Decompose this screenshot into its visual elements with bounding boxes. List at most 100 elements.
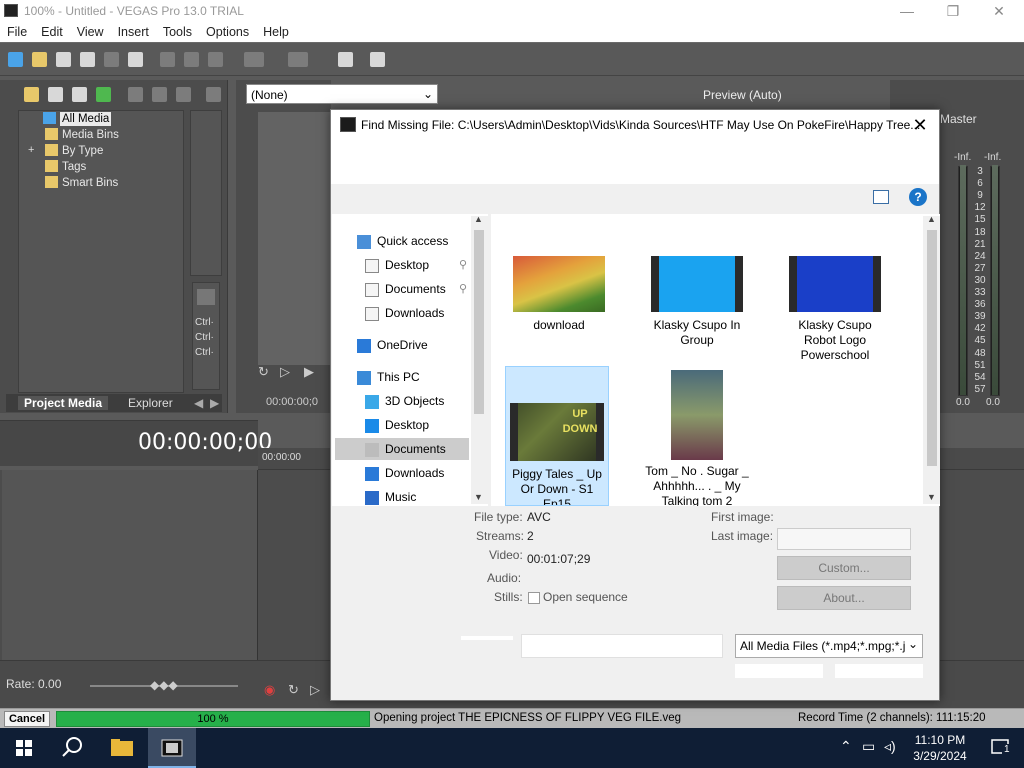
file-item-selected[interactable]: UP DOWN Piggy Tales _ Up Or Down - S1 Ep… [505, 366, 609, 506]
last-image-field[interactable] [777, 528, 911, 550]
scroll-up-icon[interactable]: ▲ [474, 214, 483, 224]
play-icon[interactable]: ▶ [304, 364, 314, 380]
play-from-start-icon[interactable]: ▷ [280, 364, 290, 380]
nav-scrollbar-thumb[interactable] [474, 230, 484, 414]
media-properties-icon[interactable] [152, 87, 167, 102]
file-explorer-taskbar-button[interactable] [98, 728, 146, 768]
nav-item-downloads[interactable]: Downloads [365, 462, 461, 484]
whats-this-icon[interactable] [370, 52, 385, 67]
dialog-close-button[interactable]: ✕ [907, 113, 933, 137]
menu-help[interactable]: Help [256, 22, 296, 39]
help-icon[interactable]: ? [909, 188, 927, 206]
remove-media-icon[interactable] [128, 87, 143, 102]
get-media-icon[interactable] [72, 87, 87, 102]
download-arrow-icon [365, 466, 379, 481]
plugin-icon[interactable] [197, 289, 215, 305]
menu-edit[interactable]: Edit [34, 22, 70, 39]
preview-quality-dropdown[interactable]: Preview (Auto) [703, 88, 782, 102]
rate-slider-thumb-icon[interactable]: ◆◆◆ [150, 678, 178, 692]
open-folder-icon[interactable] [32, 52, 47, 67]
show-hidden-icons-icon[interactable]: ⌃ [840, 738, 852, 755]
nav-item-desktop[interactable]: Desktop [365, 414, 461, 436]
windows-taskbar: ⌃ ▭ ◃) 11:10 PM 3/29/2024 1 [0, 728, 1024, 768]
db-tick-label: 15 [974, 214, 986, 226]
tab-explorer[interactable]: Explorer [128, 396, 173, 410]
custom-button[interactable]: Custom... [777, 556, 911, 580]
render-icon[interactable] [104, 52, 119, 67]
scroll-down-icon[interactable]: ▼ [474, 492, 483, 502]
minimize-button[interactable]: — [884, 0, 930, 22]
loop-playback-icon[interactable]: ↻ [288, 682, 299, 698]
taskbar-clock[interactable]: 11:10 PM 3/29/2024 [904, 732, 976, 764]
properties-icon[interactable] [128, 52, 143, 67]
media-fx-icon[interactable] [176, 87, 191, 102]
menu-options[interactable]: Options [199, 22, 256, 39]
maximize-button[interactable]: ❐ [930, 0, 976, 22]
cut-icon[interactable] [160, 52, 175, 67]
tab-scroll-left-icon[interactable]: ◀ [194, 396, 203, 410]
nav-item-this-pc[interactable]: This PC [357, 366, 461, 388]
save-as-icon[interactable] [80, 52, 95, 67]
redo-icon[interactable] [288, 52, 308, 67]
open-sequence-checkbox[interactable] [528, 592, 540, 604]
copy-icon[interactable] [184, 52, 199, 67]
record-icon[interactable]: ◉ [264, 682, 275, 698]
save-icon[interactable] [56, 52, 71, 67]
file-scrollbar-thumb[interactable] [927, 230, 937, 466]
import-media-icon[interactable] [24, 87, 39, 102]
scroll-down-icon[interactable]: ▼ [927, 492, 936, 502]
tree-item-smart-bins[interactable]: Smart Bins [45, 176, 118, 190]
preview-pane-icon[interactable] [873, 190, 889, 204]
open-button[interactable] [735, 664, 823, 678]
cube-icon [365, 394, 379, 409]
dialog-cancel-button[interactable] [835, 664, 923, 678]
preview-screen [258, 112, 331, 365]
new-project-icon[interactable] [8, 52, 23, 67]
scroll-up-icon[interactable]: ▲ [927, 214, 936, 224]
tab-scroll-right-icon[interactable]: ▶ [210, 396, 219, 410]
preview-fx-dropdown[interactable]: (None) ⌄ [246, 84, 438, 104]
web-media-icon[interactable] [96, 87, 111, 102]
file-name-input[interactable] [521, 634, 723, 658]
tree-item-all-media[interactable]: All Media [43, 112, 112, 126]
network-icon[interactable]: ▭ [862, 738, 875, 755]
file-type-filter-dropdown[interactable]: All Media Files (*.mp4;*.mpg;*.j ⌄ [735, 634, 923, 658]
file-item[interactable]: Tom _ No . Sugar _ Ahhhhh... . _ My Talk… [645, 370, 749, 506]
menu-view[interactable]: View [70, 22, 111, 39]
menu-tools[interactable]: Tools [156, 22, 199, 39]
menu-insert[interactable]: Insert [111, 22, 156, 39]
file-item[interactable]: Klasky Csupo In Group [645, 256, 749, 348]
tab-project-media[interactable]: Project Media [18, 396, 109, 410]
play-from-start-icon[interactable]: ▷ [310, 682, 320, 698]
cancel-button[interactable]: Cancel [4, 711, 50, 727]
nav-item-documents[interactable]: Documents ⚲ [365, 278, 467, 300]
file-item[interactable]: download [507, 256, 611, 333]
volume-icon[interactable]: ◃) [884, 738, 896, 755]
nav-item-downloads[interactable]: Downloads [365, 302, 461, 324]
about-button[interactable]: About... [777, 586, 911, 610]
nav-item-quick-access[interactable]: Quick access [357, 230, 461, 252]
vegas-taskbar-button[interactable] [148, 728, 196, 768]
menu-file[interactable]: File [0, 22, 34, 39]
tree-item-by-type[interactable]: By Type [45, 144, 103, 158]
paste-icon[interactable] [208, 52, 223, 67]
panel-menu-icon[interactable] [206, 87, 221, 102]
file-item[interactable]: Klasky Csupo Robot Logo Powerschool [783, 256, 887, 363]
nav-item-3d-objects[interactable]: 3D Objects [365, 390, 461, 412]
loop-icon[interactable]: ↻ [258, 364, 269, 380]
expand-by-type-icon[interactable]: + [28, 144, 34, 156]
nav-item-music[interactable]: Music [365, 486, 461, 508]
tree-item-media-bins[interactable]: Media Bins [45, 128, 119, 142]
notification-button[interactable]: 1 [978, 728, 1024, 768]
search-button[interactable] [48, 728, 96, 768]
close-button[interactable]: ✕ [976, 0, 1022, 22]
nav-item-onedrive[interactable]: OneDrive [357, 334, 461, 356]
edit-tool-icon[interactable] [338, 52, 353, 67]
nav-item-documents[interactable]: Documents [335, 438, 469, 460]
start-button[interactable] [0, 728, 48, 768]
tree-item-tags[interactable]: Tags [45, 160, 86, 174]
capture-icon[interactable] [48, 87, 63, 102]
undo-icon[interactable] [244, 52, 264, 67]
nav-item-desktop[interactable]: Desktop ⚲ [365, 254, 467, 276]
document-icon [365, 442, 379, 457]
